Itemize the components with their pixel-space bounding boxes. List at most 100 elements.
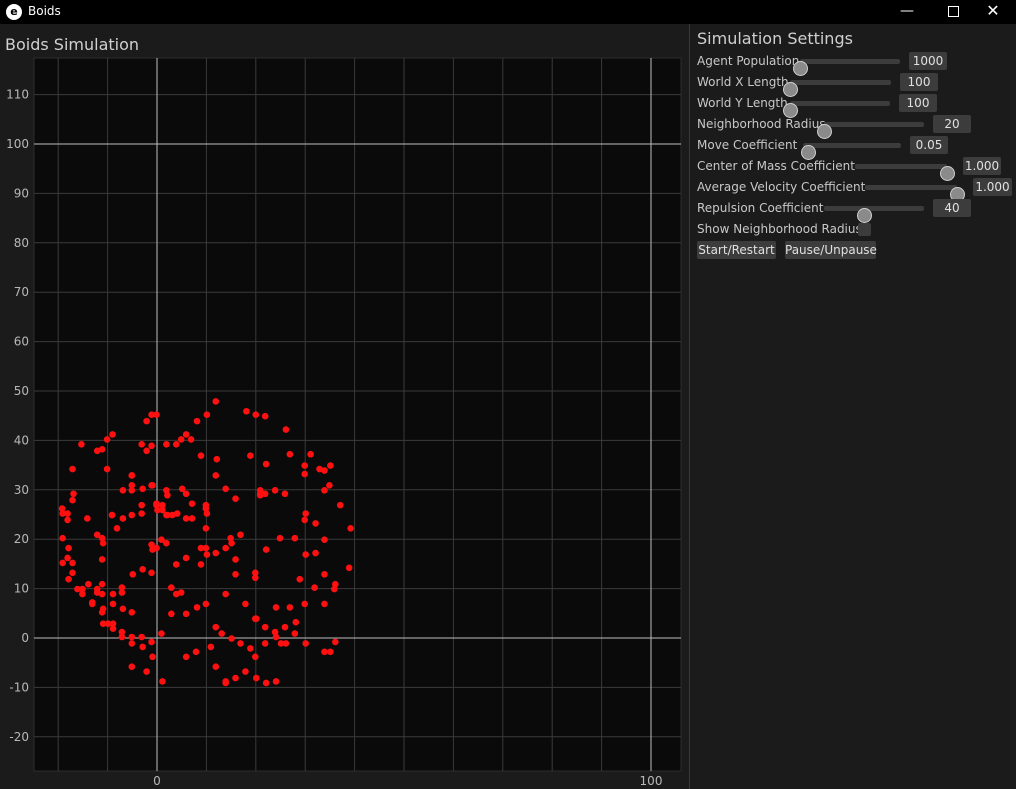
agent-point [232, 495, 239, 502]
agent-point [128, 511, 136, 519]
y-tick-label: 80 [14, 236, 29, 250]
repulsion-slider[interactable] [824, 206, 924, 223]
agent-point [296, 575, 304, 583]
agent-point [158, 630, 165, 637]
agent-point [172, 441, 180, 448]
agent-point [153, 411, 160, 419]
agent-point [128, 663, 136, 670]
close-button[interactable]: ✕ [970, 0, 1016, 24]
agent-point [261, 640, 269, 647]
agent-point [69, 465, 76, 473]
world-y-label: World Y Length [697, 96, 788, 110]
agent-point [59, 559, 66, 567]
agent-point [182, 431, 190, 438]
agent-point [272, 678, 280, 685]
agent-point [103, 465, 111, 473]
agent-point [321, 570, 328, 578]
move-coefficient-slider[interactable] [800, 143, 901, 160]
agent-point [85, 580, 92, 588]
agent-point [138, 501, 145, 509]
world-x-row: World X Length 100 [690, 72, 1016, 97]
agent-point [301, 462, 309, 469]
minimize-button[interactable]: — [884, 0, 930, 24]
agent-point [213, 455, 221, 463]
average-velocity-label: Average Velocity Coefficient [697, 180, 866, 194]
agent-point [321, 600, 328, 608]
agent-point [148, 569, 155, 577]
agent-point [168, 610, 175, 618]
y-tick-label: 20 [14, 532, 29, 546]
world-x-slider[interactable] [783, 80, 891, 97]
agent-point [247, 645, 254, 652]
start-restart-button[interactable]: Start/Restart [697, 241, 776, 259]
world-y-slider[interactable] [783, 101, 890, 118]
average-velocity-value[interactable]: 1.000 [973, 178, 1012, 196]
agent-point [128, 486, 136, 494]
world-x-label: World X Length [697, 75, 789, 89]
show-radius-row: Show Neighborhood Radius [690, 219, 1016, 240]
agent-population-slider[interactable] [793, 59, 900, 76]
agent-point [262, 460, 270, 468]
world-y-value[interactable]: 100 [899, 94, 937, 112]
average-velocity-slider[interactable] [865, 185, 965, 202]
repulsion-value[interactable]: 40 [933, 199, 971, 217]
agent-point [261, 623, 269, 631]
center-of-mass-slider[interactable] [855, 164, 955, 181]
agent-point [128, 609, 136, 616]
agent-point [316, 465, 323, 473]
agent-point [252, 615, 259, 623]
agent-point [129, 570, 137, 578]
agent-point [182, 554, 190, 562]
agent-point [128, 472, 136, 479]
agent-point [188, 500, 196, 507]
agent-point [247, 452, 254, 460]
agent-point [261, 412, 269, 420]
neighborhood-radius-slider[interactable] [817, 122, 924, 139]
boids-plot[interactable]: 1101009080706050403020100-10-200 100 [0, 24, 689, 789]
move-coefficient-label: Move Coefficient [697, 138, 798, 152]
agent-point [109, 431, 116, 438]
agent-point [109, 600, 117, 608]
agent-point [292, 618, 300, 626]
center-of-mass-value[interactable]: 1.000 [963, 157, 1001, 175]
agent-point [332, 638, 339, 646]
agent-point [169, 511, 176, 519]
agent-point [103, 436, 111, 443]
agent-point [301, 516, 309, 524]
agent-point [193, 417, 201, 425]
y-tick-label: 100 [6, 137, 29, 151]
agent-point [321, 536, 328, 543]
y-tick-label: 110 [6, 88, 29, 102]
y-tick-label: -10 [9, 680, 29, 694]
agent-point [271, 486, 279, 494]
agent-point [138, 441, 145, 448]
agent-point [281, 490, 289, 498]
agent-point [197, 544, 205, 552]
neighborhood-radius-value[interactable]: 20 [933, 115, 971, 133]
agent-point [164, 491, 171, 499]
agent-point [149, 653, 156, 661]
pause-unpause-button[interactable]: Pause/Unpause [785, 241, 877, 259]
agent-population-row: Agent Population 1000 [690, 51, 1016, 76]
show-radius-checkbox[interactable] [858, 223, 871, 236]
move-coefficient-value[interactable]: 0.05 [910, 136, 948, 154]
center-of-mass-label: Center of Mass Coefficient [697, 159, 855, 173]
agent-population-value[interactable]: 1000 [909, 52, 947, 70]
agent-point [222, 678, 229, 685]
agent-point [345, 564, 353, 572]
agent-point [312, 520, 319, 527]
world-y-row: World Y Length 100 [690, 93, 1016, 118]
center-of-mass-row: Center of Mass Coefficient 1.000 [690, 156, 1016, 181]
agent-point [159, 506, 166, 514]
agent-point [327, 648, 334, 656]
agent-point [182, 653, 190, 661]
agent-point [99, 539, 107, 547]
agent-point [69, 559, 76, 567]
agent-point [232, 674, 239, 682]
agent-point [276, 534, 284, 542]
repulsion-row: Repulsion Coefficient 40 [690, 198, 1016, 223]
agent-point [281, 623, 289, 631]
agent-point [197, 561, 205, 568]
agent-point [65, 575, 72, 583]
world-x-value[interactable]: 100 [900, 73, 938, 91]
